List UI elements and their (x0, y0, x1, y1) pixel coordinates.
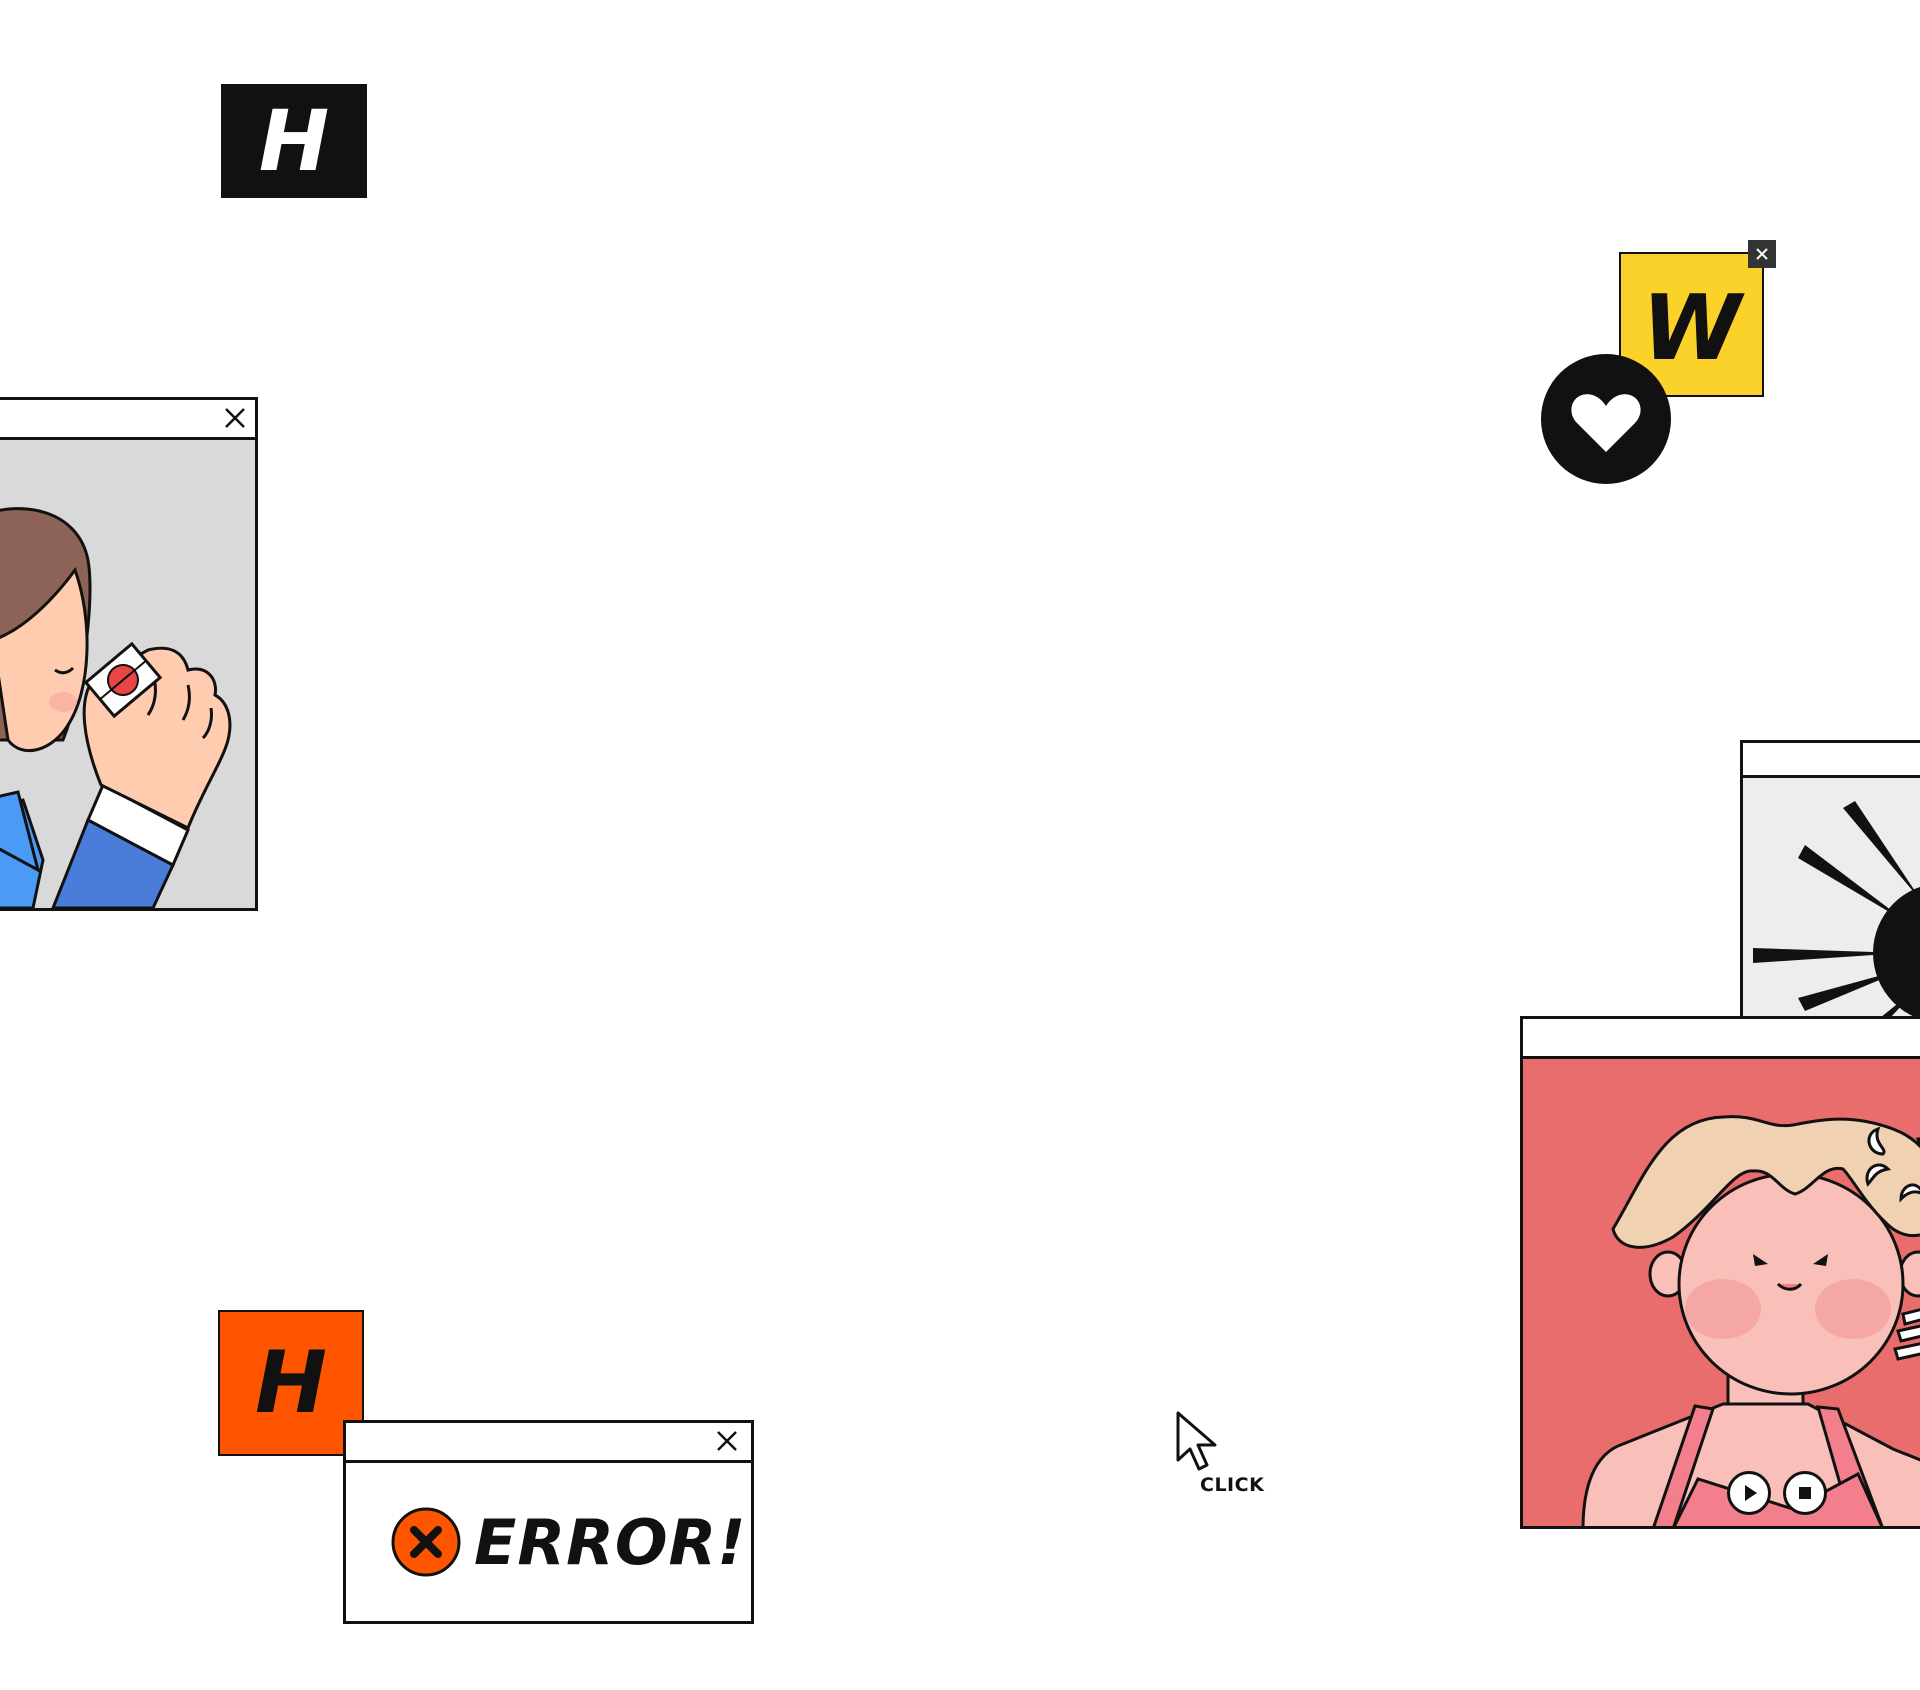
pill-man-window-close-button[interactable] (221, 404, 249, 432)
stop-icon (1799, 1487, 1811, 1499)
angry-woman-window-titlebar (1523, 1019, 1920, 1059)
starburst-graphic (1753, 801, 1920, 1017)
h-logo-black: H (221, 84, 367, 198)
heart-icon (1571, 394, 1641, 452)
angry-woman-illustration (1581, 1115, 1920, 1526)
error-dialog-titlebar (346, 1423, 751, 1463)
error-dialog-close-button[interactable] (713, 1427, 741, 1455)
angry-woman-window (1520, 1016, 1920, 1529)
close-icon (717, 1431, 737, 1451)
mouse-pointer-icon (1176, 1411, 1217, 1471)
stop-button[interactable] (1783, 1471, 1827, 1515)
play-icon (1745, 1485, 1757, 1501)
close-icon (225, 408, 245, 428)
pill-man-window-titlebar (0, 400, 255, 440)
h-logo-orange-letter: H (255, 1333, 327, 1433)
h-logo-black-letter: H (258, 92, 330, 190)
click-label: CLICK (1200, 1474, 1265, 1496)
pill-man-window (0, 397, 258, 911)
like-button[interactable] (1541, 354, 1671, 484)
play-button[interactable] (1727, 1471, 1771, 1515)
starburst-window (1740, 740, 1920, 1020)
error-x-icon (391, 1507, 461, 1577)
starburst-window-titlebar (1743, 743, 1920, 778)
error-message: ERROR! (474, 1505, 747, 1579)
w-badge-close-button[interactable] (1748, 240, 1776, 268)
pill-man-illustration (0, 507, 232, 908)
click-cursor (1175, 1410, 1221, 1479)
error-dialog: ERROR! (343, 1420, 754, 1624)
close-icon (1756, 248, 1768, 260)
